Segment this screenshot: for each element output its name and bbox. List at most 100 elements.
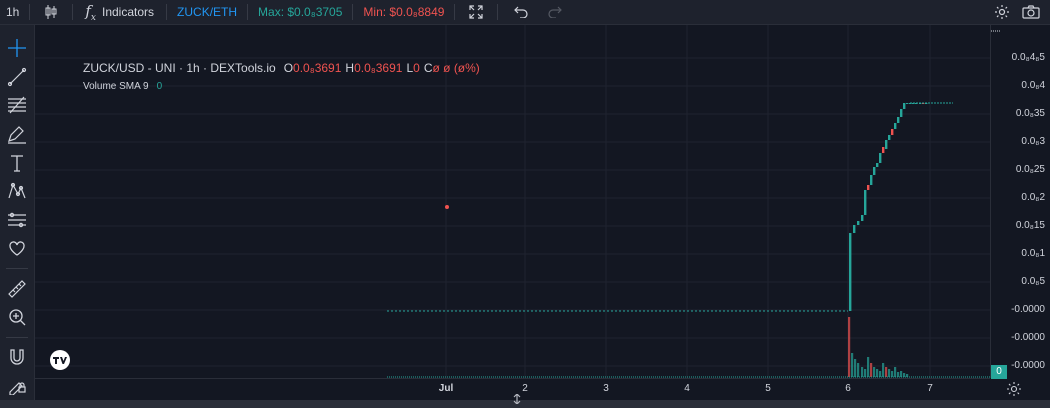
volume-bar <box>854 359 857 377</box>
pair-button[interactable]: ZUCK/ETH <box>171 0 243 24</box>
candle <box>857 221 860 225</box>
price-axis-label: 0.0₈1 <box>1021 248 1045 259</box>
symbol-title: ZUCK/USD - UNI · 1h · DEXTools.io <box>83 61 276 75</box>
volume-bar <box>851 353 854 377</box>
price-marker-dot <box>445 205 449 209</box>
price-axis-label: -0.0000 <box>1011 304 1045 315</box>
brush-tool[interactable] <box>5 122 29 146</box>
volume-bar <box>861 367 864 377</box>
toolbar-divider <box>352 4 354 20</box>
price-axis-label: 0.0₈15 <box>1015 220 1045 231</box>
screenshot-button[interactable] <box>1018 0 1050 24</box>
crosshair-icon <box>8 39 26 57</box>
ruler-tool[interactable] <box>5 277 29 301</box>
pattern-tool[interactable] <box>5 179 29 203</box>
time-axis-label: 2 <box>522 383 528 394</box>
grid-lines <box>35 25 990 378</box>
low-value: 0 <box>413 61 420 75</box>
toolbar-divider <box>29 4 31 20</box>
resize-strip[interactable] <box>0 394 1050 408</box>
volume-bar <box>848 317 851 377</box>
close-label: C <box>423 61 433 75</box>
price-axis-label: 0.0₈35 <box>1015 108 1045 119</box>
top-toolbar: 1h fx Indicators ZUCK/ETH Max: $0.0₈3705… <box>0 0 1050 25</box>
text-icon <box>11 155 23 172</box>
redo-button[interactable] <box>540 0 570 24</box>
volume-bar <box>894 367 897 377</box>
zoom-icon <box>9 309 26 326</box>
close-value: ø ø (ø%) <box>432 61 480 75</box>
volume-bar <box>876 369 879 377</box>
volume-bars <box>848 317 909 377</box>
lock-drawing-tool[interactable] <box>5 373 29 397</box>
candle <box>873 167 876 175</box>
trend-line-tool[interactable] <box>5 65 29 89</box>
volume-bar <box>897 372 900 377</box>
price-axis-label: 0.0₈2 <box>1021 192 1045 203</box>
chart-type-button[interactable] <box>34 0 68 24</box>
low-label: L <box>406 61 414 75</box>
pattern-icon <box>8 182 26 199</box>
resize-handle-icon <box>513 394 521 404</box>
axis-settings-button[interactable] <box>1006 381 1022 397</box>
magnet-tool[interactable] <box>5 345 29 369</box>
magnet-icon <box>10 349 24 365</box>
volume-bar <box>900 371 903 377</box>
candle <box>900 109 903 117</box>
gear-icon <box>1007 382 1021 396</box>
max-price: Max: $0.0₈3705 <box>252 0 348 24</box>
fib-tool[interactable] <box>5 93 29 117</box>
price-axis-label: 0.0₈5 <box>1021 276 1045 287</box>
tv-logo-icon <box>50 350 70 370</box>
volume-bar <box>873 367 876 377</box>
max-label: Max: $0.0₈3705 <box>258 5 343 19</box>
open-label: O <box>283 61 294 75</box>
toolbar-divider <box>6 337 28 338</box>
candle <box>861 215 864 221</box>
chart-pane[interactable]: ZUCK/USD - UNI · 1h · DEXTools.io O 0.0₈3… <box>35 25 990 378</box>
time-axis-label: 6 <box>845 383 851 394</box>
candle <box>888 135 891 140</box>
chart-legend: ZUCK/USD - UNI · 1h · DEXTools.io O 0.0₈3… <box>83 61 484 75</box>
undo-button[interactable] <box>502 0 540 24</box>
volume-bar <box>879 371 882 377</box>
high-value: 0.0₈3691 <box>354 61 403 75</box>
volume-legend: Volume SMA 9 0 <box>83 81 162 92</box>
indicators-button[interactable]: fx Indicators <box>77 0 162 24</box>
lock-draw-icon <box>9 382 26 395</box>
text-tool[interactable] <box>5 151 29 175</box>
projection-tool[interactable] <box>5 208 29 232</box>
brush-icon <box>8 126 26 144</box>
price-axis[interactable]: 0.0₈4₈5 0.0₈4 0.0₈35 0.0₈3 0.0₈25 0.0₈2 0.0₈15… <box>990 25 1050 379</box>
redo-icon <box>548 6 563 18</box>
zoom-tool[interactable] <box>5 305 29 329</box>
candle <box>876 163 879 167</box>
time-axis-label: 7 <box>927 383 933 394</box>
crosshair-tool[interactable] <box>5 36 29 60</box>
current-price-value: 0 <box>996 366 1002 377</box>
candle <box>894 123 897 129</box>
candle <box>870 175 873 185</box>
gear-icon <box>995 5 1009 19</box>
indicators-label: Indicators <box>102 5 155 19</box>
candle <box>849 233 852 311</box>
toolbar-divider <box>72 4 74 20</box>
candle <box>882 147 885 153</box>
fullscreen-icon <box>469 5 484 19</box>
volume-bar <box>867 357 870 377</box>
interval-button[interactable]: 1h <box>0 0 25 24</box>
camera-icon <box>1022 5 1040 19</box>
projection-icon <box>8 212 26 228</box>
price-axis-label: 0.0₈25 <box>1015 164 1045 175</box>
fullscreen-button[interactable] <box>459 0 493 24</box>
heart-icon <box>9 241 25 256</box>
volume-bar <box>903 373 906 377</box>
tradingview-logo[interactable] <box>48 350 72 370</box>
favorite-tool[interactable] <box>5 236 29 260</box>
pair-label: ZUCK/ETH <box>177 5 238 19</box>
time-axis-label: 4 <box>684 383 690 394</box>
chart-canvas[interactable] <box>35 25 990 378</box>
min-label: Min: $0.0₈8849 <box>363 5 445 19</box>
drawing-toolbar <box>0 25 35 408</box>
settings-button[interactable] <box>986 0 1018 24</box>
